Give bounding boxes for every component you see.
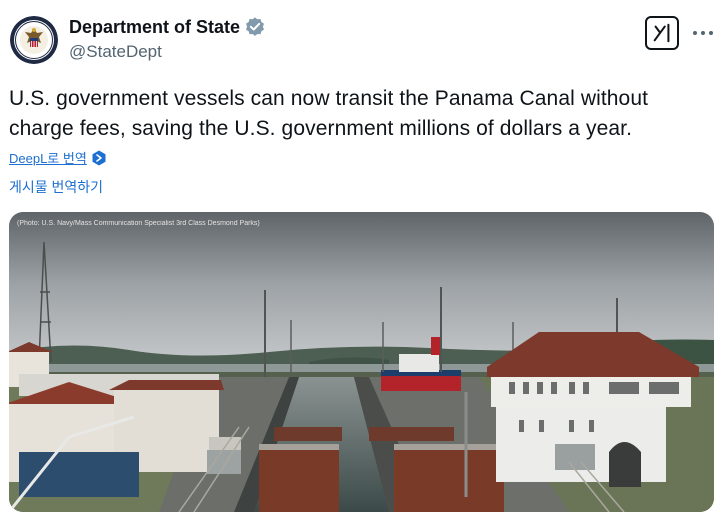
state-department-seal-icon	[10, 16, 58, 64]
more-options-icon	[693, 31, 713, 35]
post-media-photo[interactable]: (Photo: U.S. Navy/Mass Communication Spe…	[9, 212, 714, 512]
account-name-row: Department of State	[69, 16, 266, 38]
avatar[interactable]	[10, 16, 58, 64]
post-text: U.S. government vessels can now transit …	[9, 87, 649, 140]
translate-post-link[interactable]: 게시물 번역하기	[9, 177, 103, 197]
photo-credit: (Photo: U.S. Navy/Mass Communication Spe…	[17, 220, 260, 227]
account-handle[interactable]: @StateDept	[69, 42, 162, 62]
more-options-button[interactable]	[690, 22, 716, 44]
deepl-translate-label[interactable]: DeepL로 번역	[9, 148, 87, 167]
grok-icon	[653, 23, 670, 43]
deepl-icon	[91, 150, 107, 166]
verified-badge-icon[interactable]	[244, 16, 266, 38]
canal-locks-photo-icon	[9, 212, 714, 512]
deepl-translate-link[interactable]: DeepL로 번역	[9, 148, 107, 167]
display-name[interactable]: Department of State	[69, 17, 240, 38]
grok-button[interactable]	[645, 16, 679, 50]
